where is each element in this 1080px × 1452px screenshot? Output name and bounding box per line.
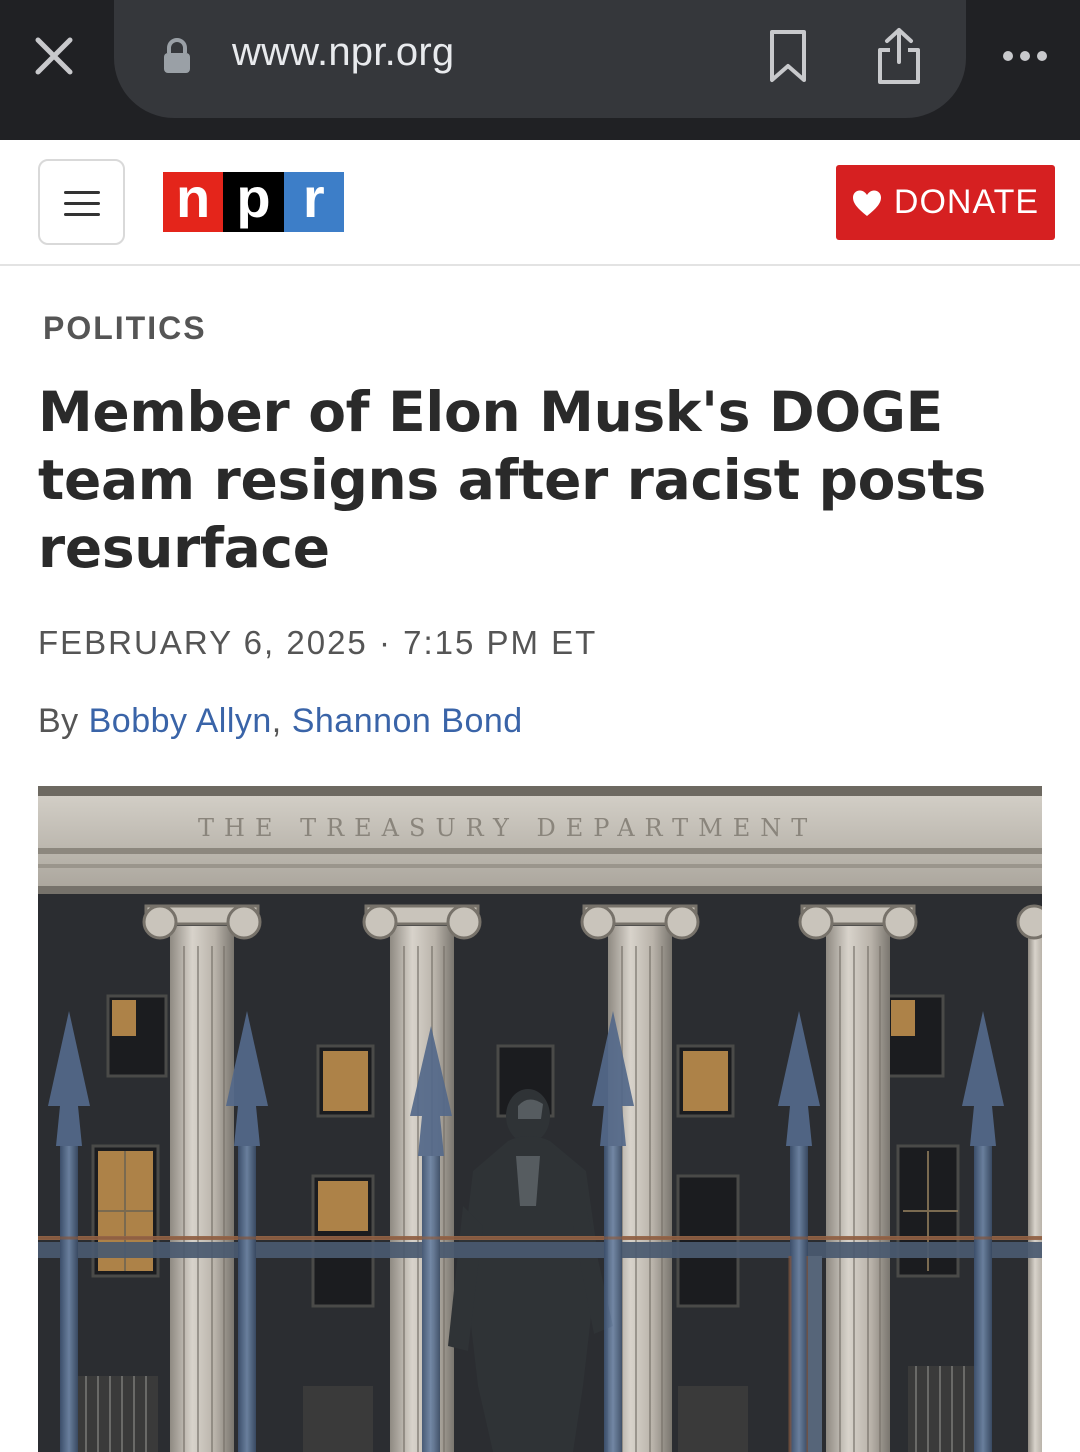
more-icon[interactable] <box>1000 46 1050 66</box>
heart-icon <box>852 190 881 216</box>
author-separator: , <box>271 702 292 740</box>
building-inscription: THE TREASURY DEPARTMENT <box>198 814 817 842</box>
share-icon[interactable] <box>874 26 924 86</box>
article-photo[interactable]: THE TREASURY DEPARTMENT <box>38 786 1042 1452</box>
article-dateline: FEBRUARY 6, 2025 · 7:15 PM ET <box>38 624 598 661</box>
bookmark-icon[interactable] <box>766 28 810 84</box>
donate-label: DONATE <box>893 183 1040 221</box>
logo-letter-r: r <box>283 170 344 232</box>
donate-button[interactable]: DONATE <box>836 165 1055 240</box>
lock-icon <box>164 38 190 73</box>
browser-toolbar: www.npr.org <box>0 0 1080 140</box>
hamburger-icon-line <box>64 202 100 205</box>
logo-letter-p: p <box>223 170 284 232</box>
treasury-building-illustration: THE TREASURY DEPARTMENT <box>38 786 1042 1452</box>
byline-prefix: By <box>38 702 89 740</box>
hamburger-icon <box>64 191 100 194</box>
section-label[interactable]: POLITICS <box>43 310 207 347</box>
site-header: n p r DONATE <box>0 140 1080 266</box>
npr-logo[interactable]: n p r <box>163 170 344 232</box>
author-link[interactable]: Shannon Bond <box>292 702 523 740</box>
menu-button[interactable] <box>38 159 125 245</box>
logo-letter-n: n <box>163 170 224 232</box>
hamburger-icon-line <box>64 213 100 216</box>
article-byline: By Bobby Allyn, Shannon Bond <box>38 702 523 741</box>
article-headline: Member of Elon Musk's DOGE team resigns … <box>38 380 986 580</box>
author-link[interactable]: Bobby Allyn <box>89 702 272 740</box>
close-icon[interactable] <box>30 32 78 80</box>
url-text[interactable]: www.npr.org <box>232 30 454 75</box>
address-bar[interactable]: www.npr.org <box>114 0 966 118</box>
